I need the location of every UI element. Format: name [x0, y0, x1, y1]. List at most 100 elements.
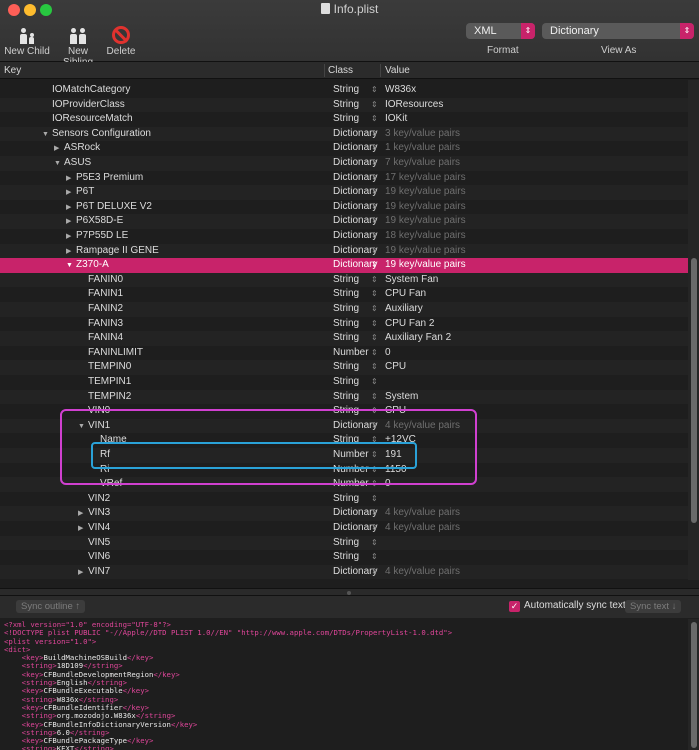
disclosure-closed-icon[interactable]: ▶: [66, 172, 76, 187]
row-value[interactable]: 17 key/value pairs: [385, 171, 466, 186]
row-value[interactable]: Auxiliary: [385, 302, 423, 317]
class-stepper-icon[interactable]: ⇕: [371, 550, 378, 565]
row-value[interactable]: 19 key/value pairs: [385, 244, 466, 259]
xml-text-view[interactable]: <?xml version="1.0" encoding="UTF-8"?> <!…: [0, 619, 688, 750]
outline-row[interactable]: ▶ VIN3 Dictionary ⇕ 4 key/value pairs: [0, 506, 688, 521]
outline-row[interactable]: IOProviderClass String ⇕ IOResources: [0, 97, 688, 113]
disclosure-open-icon[interactable]: ▼: [66, 259, 76, 274]
outline-row[interactable]: ▼ Sensors Configuration Dictionary ⇕ 3 key/v…: [0, 126, 688, 143]
row-value[interactable]: 4 key/value pairs: [385, 506, 460, 521]
class-stepper-icon[interactable]: ⇕: [371, 83, 378, 98]
class-stepper-icon[interactable]: ⇕: [371, 185, 378, 200]
column-class[interactable]: Class: [328, 65, 353, 76]
class-stepper-icon[interactable]: ⇕: [371, 229, 378, 244]
outline-row[interactable]: TEMPIN1 String ⇕: [0, 375, 688, 390]
row-value[interactable]: CPU Fan: [385, 287, 426, 302]
row-class[interactable]: Number: [333, 346, 369, 361]
disclosure-closed-icon[interactable]: ▶: [78, 566, 88, 580]
class-stepper-icon[interactable]: ⇕: [371, 287, 378, 302]
class-stepper-icon[interactable]: ⇕: [371, 112, 378, 127]
outline-row[interactable]: ▶ ASRock Dictionary ⇕ 1 key/value pairs: [0, 141, 688, 156]
class-stepper-icon[interactable]: ⇕: [371, 521, 378, 536]
class-stepper-icon[interactable]: ⇕: [371, 214, 378, 229]
outline-row[interactable]: FANIN1 String ⇕ CPU Fan: [0, 287, 688, 302]
row-class[interactable]: String: [333, 302, 359, 317]
column-divider[interactable]: [324, 64, 325, 77]
row-value[interactable]: CPU: [385, 360, 406, 375]
class-stepper-icon[interactable]: ⇕: [371, 273, 378, 288]
outline-row[interactable]: FANIN2 String ⇕ Auxiliary: [0, 302, 688, 317]
disclosure-closed-icon[interactable]: ▶: [78, 507, 88, 522]
row-class[interactable]: String: [333, 375, 359, 390]
row-value[interactable]: CPU Fan 2: [385, 317, 434, 332]
column-divider[interactable]: [380, 64, 381, 77]
class-stepper-icon[interactable]: ⇕: [371, 141, 378, 156]
row-value[interactable]: 7 key/value pairs: [385, 156, 460, 171]
outline-row[interactable]: ▶ P6T DELUXE V2 Dictionary ⇕ 19 key/value pa…: [0, 199, 688, 215]
row-value[interactable]: 4 key/value pairs: [385, 565, 460, 580]
class-stepper-icon[interactable]: ⇕: [371, 536, 378, 551]
sync-outline-button[interactable]: Sync outline ↑: [16, 600, 86, 613]
class-stepper-icon[interactable]: ⇕: [371, 565, 378, 580]
outline-row[interactable]: FANINLIMIT Number ⇕ 0: [0, 345, 688, 361]
disclosure-closed-icon[interactable]: ▶: [66, 186, 76, 201]
outline-row[interactable]: FANIN0 String ⇕ System Fan: [0, 272, 688, 288]
class-stepper-icon[interactable]: ⇕: [371, 346, 378, 361]
disclosure-closed-icon[interactable]: ▶: [54, 142, 64, 157]
outline-row[interactable]: ▶ VIN4 Dictionary ⇕ 4 key/value pairs: [0, 521, 688, 536]
disclosure-open-icon[interactable]: ▼: [54, 157, 64, 172]
outline-row[interactable]: ▶ P5E3 Premium Dictionary ⇕ 17 key/value pai…: [0, 170, 688, 187]
outline-scroll-thumb[interactable]: [691, 258, 697, 523]
row-class[interactable]: String: [333, 83, 359, 98]
row-value[interactable]: 0: [385, 346, 391, 361]
disclosure-closed-icon[interactable]: ▶: [66, 245, 76, 260]
row-class[interactable]: String: [333, 112, 359, 127]
class-stepper-icon[interactable]: ⇕: [371, 98, 378, 113]
row-class[interactable]: String: [333, 98, 359, 113]
class-stepper-icon[interactable]: ⇕: [371, 390, 378, 405]
sync-text-button[interactable]: Sync text ↓: [625, 600, 682, 613]
class-stepper-icon[interactable]: ⇕: [371, 360, 378, 375]
outline-row[interactable]: ▶ P7P55D LE Dictionary ⇕ 18 key/value pairs: [0, 229, 688, 244]
row-class[interactable]: String: [333, 492, 359, 507]
disclosure-closed-icon[interactable]: ▶: [66, 215, 76, 230]
row-value[interactable]: 19 key/value pairs: [385, 214, 466, 229]
row-value[interactable]: System Fan: [385, 273, 438, 288]
outline-row[interactable]: FANIN4 String ⇕ Auxiliary Fan 2: [0, 331, 688, 346]
format-popup[interactable]: XML ⇕: [466, 23, 535, 39]
row-value[interactable]: Auxiliary Fan 2: [385, 331, 451, 346]
class-stepper-icon[interactable]: ⇕: [371, 127, 378, 142]
split-divider[interactable]: [0, 588, 699, 596]
row-class[interactable]: String: [333, 287, 359, 302]
row-value[interactable]: IOKit: [385, 112, 407, 127]
outline-row[interactable]: ▶ VIN7 Dictionary ⇕ 4 key/value pairs: [0, 564, 688, 580]
class-stepper-icon[interactable]: ⇕: [371, 302, 378, 317]
row-class[interactable]: String: [333, 331, 359, 346]
disclosure-open-icon[interactable]: ▼: [42, 128, 52, 143]
row-class[interactable]: String: [333, 273, 359, 288]
xml-scroll-thumb[interactable]: [691, 622, 697, 748]
row-class[interactable]: String: [333, 390, 359, 405]
row-value[interactable]: 19 key/value pairs: [385, 200, 466, 215]
outline-row[interactable]: IOResourceMatch String ⇕ IOKit: [0, 112, 688, 127]
column-value[interactable]: Value: [385, 65, 410, 76]
row-class[interactable]: String: [333, 550, 359, 565]
row-value[interactable]: 19 key/value pairs: [385, 258, 466, 273]
row-class[interactable]: String: [333, 536, 359, 551]
disclosure-closed-icon[interactable]: ▶: [78, 522, 88, 537]
row-value[interactable]: IOResources: [385, 98, 443, 113]
class-stepper-icon[interactable]: ⇕: [371, 317, 378, 332]
class-stepper-icon[interactable]: ⇕: [371, 258, 378, 273]
outline-row[interactable]: IOMatchCategory String ⇕ W836x: [0, 83, 688, 98]
class-stepper-icon[interactable]: ⇕: [371, 375, 378, 390]
row-value[interactable]: 4 key/value pairs: [385, 521, 460, 536]
outline-row[interactable]: TEMPIN2 String ⇕ System: [0, 389, 688, 405]
outline-row[interactable]: ▶ P6X58D-E Dictionary ⇕ 19 key/value pairs: [0, 214, 688, 229]
outline-row[interactable]: VIN2 String ⇕: [0, 491, 688, 507]
column-key[interactable]: Key: [4, 65, 21, 76]
class-stepper-icon[interactable]: ⇕: [371, 244, 378, 259]
auto-sync-checkbox[interactable]: ✓: [509, 601, 520, 612]
outline-row[interactable]: ▶ P6T Dictionary ⇕ 19 key/value pairs: [0, 185, 688, 200]
class-stepper-icon[interactable]: ⇕: [371, 492, 378, 507]
row-value[interactable]: 1 key/value pairs: [385, 141, 460, 156]
